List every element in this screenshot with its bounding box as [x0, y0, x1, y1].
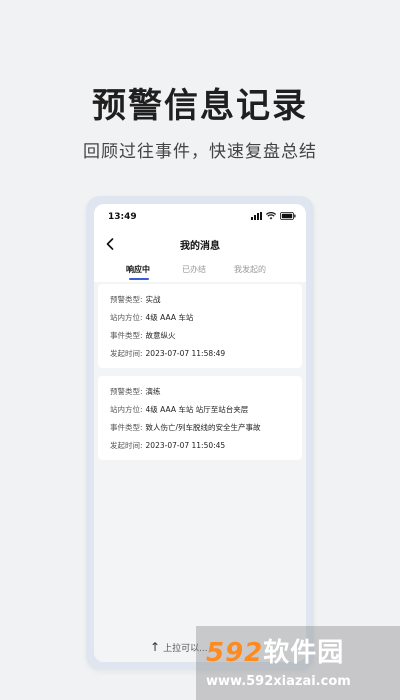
- record-card[interactable]: 预警类型: 演练 站内方位: 4级 AAA 车站 站厅至站台夹层 事件类型: 致人伤亡…: [98, 376, 302, 460]
- status-time: 13:49: [108, 212, 137, 222]
- watermark-brand-text: 软件园: [263, 638, 345, 668]
- record-location-label: 站内方位:: [110, 313, 143, 322]
- nav-bar: 我的消息: [94, 230, 306, 258]
- promo-headline: 预警信息记录: [92, 86, 308, 126]
- record-event-value: 致人伤亡/列车脱线的安全生产事故: [145, 423, 261, 432]
- record-type-value: 实战: [145, 295, 161, 304]
- status-icons: [251, 212, 296, 220]
- record-time-label: 发起时间:: [110, 349, 143, 358]
- record-event-row: 事件类型: 故意纵火: [110, 330, 176, 341]
- record-type-row: 预警类型: 实战: [110, 294, 161, 305]
- record-type-label: 预警类型:: [110, 295, 143, 304]
- phone-screen: 13:49 我的消息 响应中 已办结 我发起的 预警类型: 实战 站内方位: 4…: [94, 204, 306, 662]
- record-time-value: 2023-07-07 11:58:49: [145, 349, 226, 358]
- watermark-brand: 592软件园: [206, 632, 344, 669]
- record-event-row: 事件类型: 致人伤亡/列车脱线的安全生产事故: [110, 422, 261, 433]
- page-title: 我的消息: [180, 241, 220, 252]
- promo-subhead: 回顾过往事件，快速复盘总结: [83, 142, 317, 162]
- tab-bar: 响应中 已办结 我发起的: [94, 260, 306, 282]
- record-location-value: 4级 AAA 车站: [145, 313, 194, 322]
- arrow-up-icon: ↑: [150, 640, 161, 654]
- battery-icon: [280, 212, 296, 220]
- record-location-row: 站内方位: 4级 AAA 车站 站厅至站台夹层: [110, 404, 248, 415]
- watermark-url: www.592xiazai.com: [206, 674, 351, 689]
- tab-responding[interactable]: 响应中: [126, 264, 150, 275]
- record-time-value: 2023-07-07 11:50:45: [145, 441, 226, 450]
- record-type-label: 预警类型:: [110, 387, 143, 396]
- phone-frame: 13:49 我的消息 响应中 已办结 我发起的 预警类型: 实战 站内方位: 4…: [86, 196, 314, 670]
- record-time-row: 发起时间: 2023-07-07 11:50:45: [110, 440, 225, 451]
- record-type-row: 预警类型: 演练: [110, 386, 161, 397]
- watermark-brand-number: 592: [206, 638, 264, 668]
- record-event-label: 事件类型:: [110, 331, 143, 340]
- signal-icon: [251, 212, 262, 220]
- record-time-row: 发起时间: 2023-07-07 11:58:49: [110, 348, 225, 359]
- record-event-label: 事件类型:: [110, 423, 143, 432]
- record-time-label: 发起时间:: [110, 441, 143, 450]
- active-tab-indicator: [129, 278, 149, 280]
- record-card[interactable]: 预警类型: 实战 站内方位: 4级 AAA 车站 事件类型: 故意纵火 发起时间: 20…: [98, 284, 302, 368]
- status-bar: 13:49: [94, 204, 306, 230]
- record-location-row: 站内方位: 4级 AAA 车站: [110, 312, 193, 323]
- watermark: 592软件园 www.592xiazai.com: [196, 626, 400, 700]
- record-type-value: 演练: [145, 387, 161, 396]
- tab-completed[interactable]: 已办结: [182, 264, 206, 275]
- wifi-icon: [266, 212, 276, 220]
- record-location-label: 站内方位:: [110, 405, 143, 414]
- record-list: 预警类型: 实战 站内方位: 4级 AAA 车站 事件类型: 故意纵火 发起时间: 20…: [94, 282, 306, 662]
- record-event-value: 故意纵火: [145, 331, 176, 340]
- tab-initiated-by-me[interactable]: 我发起的: [234, 264, 266, 275]
- record-location-value: 4级 AAA 车站 站厅至站台夹层: [145, 405, 249, 414]
